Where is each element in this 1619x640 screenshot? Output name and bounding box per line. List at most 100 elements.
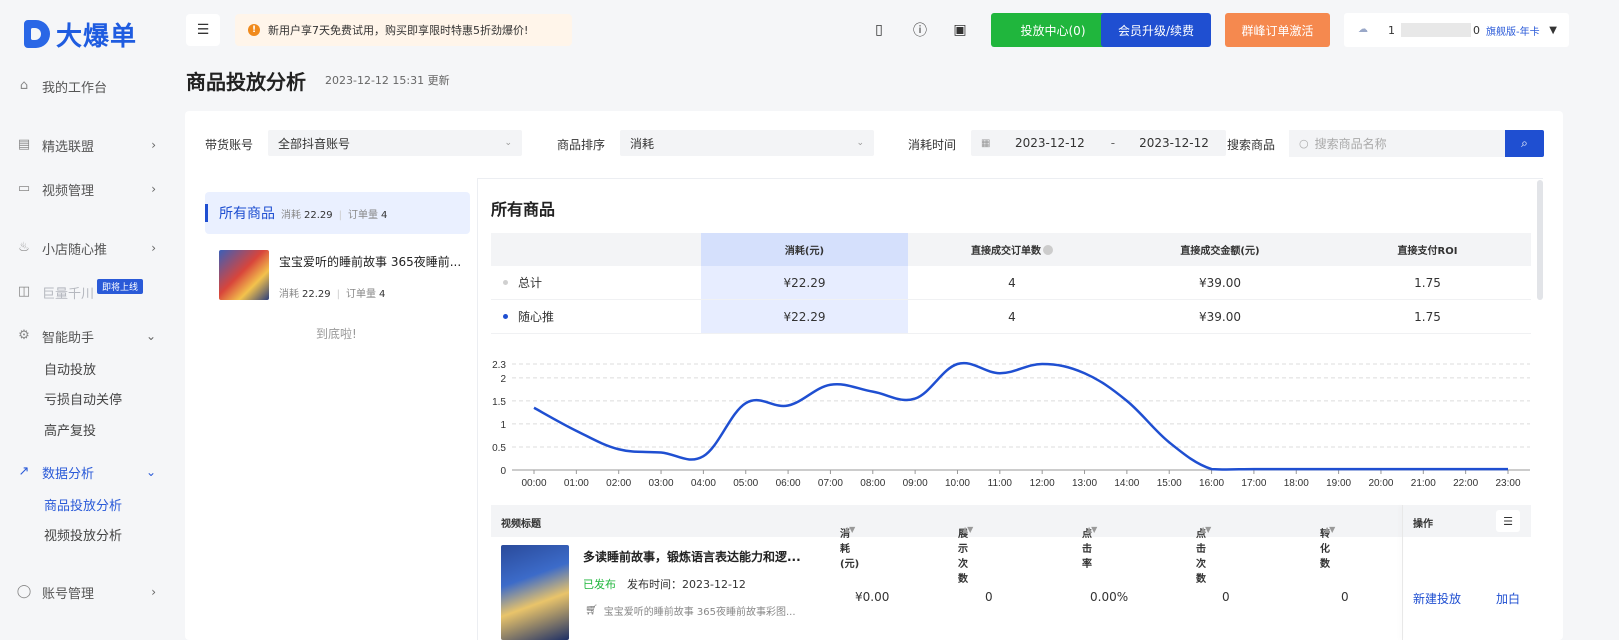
upgrade-button[interactable]: 会员升级/续费 [1101,13,1211,47]
message-icon[interactable]: ▣ [950,20,970,40]
product-item-all[interactable]: 所有商品 消耗 22.29 | 订单量 4 [205,192,470,234]
y-tick-label: 2 [500,374,506,385]
sidebar-sub-auto-delivery[interactable]: 自动投放 [44,359,96,378]
sidebar-item-video[interactable]: ▭ 视频管理 › [16,177,156,201]
account-select-value: 全部抖音账号 [278,136,351,151]
clicks-cell: 0 [1222,590,1230,604]
product-title[interactable]: 宝宝爱听的睡前故事 365夜睡前... [279,253,464,270]
x-tick-label: 01:00 [564,478,589,489]
conversions-cell: 0 [1341,590,1349,604]
sidebar-sub-loss-stop[interactable]: 亏损自动关停 [44,389,122,408]
logo-text: 大爆单 [56,21,138,52]
y-tick-label: 1 [500,420,506,431]
x-tick-label: 10:00 [945,478,970,489]
whitelist-link[interactable]: 加白 [1496,590,1520,607]
sidebar-item-label: 视频管理 [42,183,95,199]
sidebar-sub-video-analysis[interactable]: 视频投放分析 [44,525,122,544]
cloud-icon: ☁ [1358,24,1368,35]
home-icon: ⌂ [19,78,29,93]
x-tick-label: 04:00 [691,478,716,489]
column-settings-button[interactable]: ☰ [1496,510,1520,532]
x-tick-label: 14:00 [1114,478,1139,489]
date-separator: - [1110,136,1116,150]
x-tick-label: 17:00 [1241,478,1266,489]
menu-collapse-icon: ☰ [196,22,210,38]
sort-select[interactable]: 消耗 ⌄ [620,130,874,156]
account-plan: 旗舰版-年卡 [1486,26,1540,38]
sort-icon: ▲▼ [1200,525,1211,534]
chevron-down-icon: ⌄ [145,329,156,343]
sidebar-item-workbench[interactable]: ⌂ 我的工作台 [16,74,156,98]
search-icon: ⌕ [1521,136,1528,150]
divider [478,178,1543,179]
table-header: 消耗(元) 直接成交订单数 直接成交金额(元) 直接支付ROI [491,233,1531,266]
views-cell: 0 [985,590,993,604]
chevron-right-icon: › [151,585,156,599]
x-tick-label: 16:00 [1199,478,1224,489]
x-tick-label: 08:00 [860,478,885,489]
sidebar-item-alliance[interactable]: ▤ 精选联盟 › [16,133,156,157]
sidebar-sub-product-analysis[interactable]: 商品投放分析 [44,495,122,514]
robot-icon: ⚙ [18,328,30,343]
product-thumbnail[interactable] [219,250,269,300]
row-label: 随心推 [518,310,555,324]
sidebar-sub-redeliver[interactable]: 高产复投 [44,420,96,439]
divider [477,178,478,640]
collapse-menu-button[interactable]: ☰ [186,14,220,46]
logo-mark-icon [24,20,50,48]
sidebar-item-account[interactable]: ◯ 账号管理 › [16,580,156,604]
date-end: 2023-12-12 [1139,136,1209,150]
y-tick-label: 1.5 [492,397,506,408]
x-tick-label: 19:00 [1326,478,1351,489]
account-select[interactable]: 全部抖音账号 ⌄ [268,130,522,156]
sidebar-item-shop-promo[interactable]: ♨ 小店随心推 › [16,236,156,260]
trend-icon: ↗ [18,464,30,479]
cart-icon: 🛒︎ [585,605,598,616]
help-icon[interactable] [1043,245,1053,255]
video-title[interactable]: 多读睡前故事，锻炼语言表达能力和逻... [583,548,801,565]
sidebar-item-label: 账号管理 [42,586,95,602]
x-tick-label: 00:00 [521,478,546,489]
account-mask [1401,23,1471,37]
sort-icon: ▲▼ [962,525,973,534]
account-name: 1 [1388,23,1395,37]
series-line[interactable] [533,361,1508,471]
search-button[interactable]: ⌕ [1505,130,1544,157]
x-tick-label: 11:00 [988,478,1013,489]
video-thumbnail[interactable] [501,545,569,640]
column-header: 直接成交金额(元) [1180,246,1260,257]
search-icon: ○ [1299,137,1309,150]
x-tick-label: 21:00 [1411,478,1436,489]
app-logo[interactable]: 大爆单 [24,16,137,52]
sidebar-item-assistant[interactable]: ⚙ 智能助手 ⌄ [16,324,156,348]
roi-cell: 1.75 [1414,309,1441,324]
search-placeholder: 搜索商品名称 [1314,137,1387,151]
x-tick-label: 09:00 [903,478,928,489]
time-filter-label: 消耗时间 [908,138,957,152]
cost-cell: ¥22.29 [701,266,908,299]
column-header: 直接成交订单数 [908,242,1116,257]
activate-order-button[interactable]: 群峰订单激活 [1225,13,1330,47]
sort-icon: ▲▼ [1086,525,1097,534]
caret-down-icon: ▼ [1549,24,1557,36]
delivery-center-button[interactable]: 投放中心(0) [991,13,1115,47]
new-delivery-link[interactable]: 新建投放 [1413,590,1461,607]
update-time: 2023-12-12 15:31 更新 [325,74,450,87]
chevron-right-icon: › [151,241,156,255]
date-range-picker[interactable]: ▦ 2023-12-12 - 2023-12-12 [971,130,1226,156]
product-meta: 消耗 22.29 | 订单量 4 [281,209,388,221]
account-menu[interactable]: ☁ 1 0 旗舰版-年卡 ▼ [1344,13,1569,47]
scrollbar[interactable] [1537,180,1543,300]
date-start: 2023-12-12 [1015,136,1085,150]
sidebar-item-analysis[interactable]: ↗ 数据分析 ⌄ [16,460,156,484]
orders-cell: 4 [1008,309,1016,324]
sort-filter-label: 商品排序 [557,138,606,152]
help-icon[interactable]: ⓘ [910,20,930,40]
chevron-down-icon: ⌄ [504,138,512,148]
x-tick-label: 18:00 [1284,478,1309,489]
y-tick-label: 2.3 [492,360,506,371]
orders-cell: 4 [1008,275,1016,290]
product-search-input[interactable]: ○ 搜索商品名称 [1289,130,1505,157]
mobile-icon[interactable]: ▯ [869,20,889,40]
publish-time: 发布时间：2023-12-12 [627,578,746,591]
